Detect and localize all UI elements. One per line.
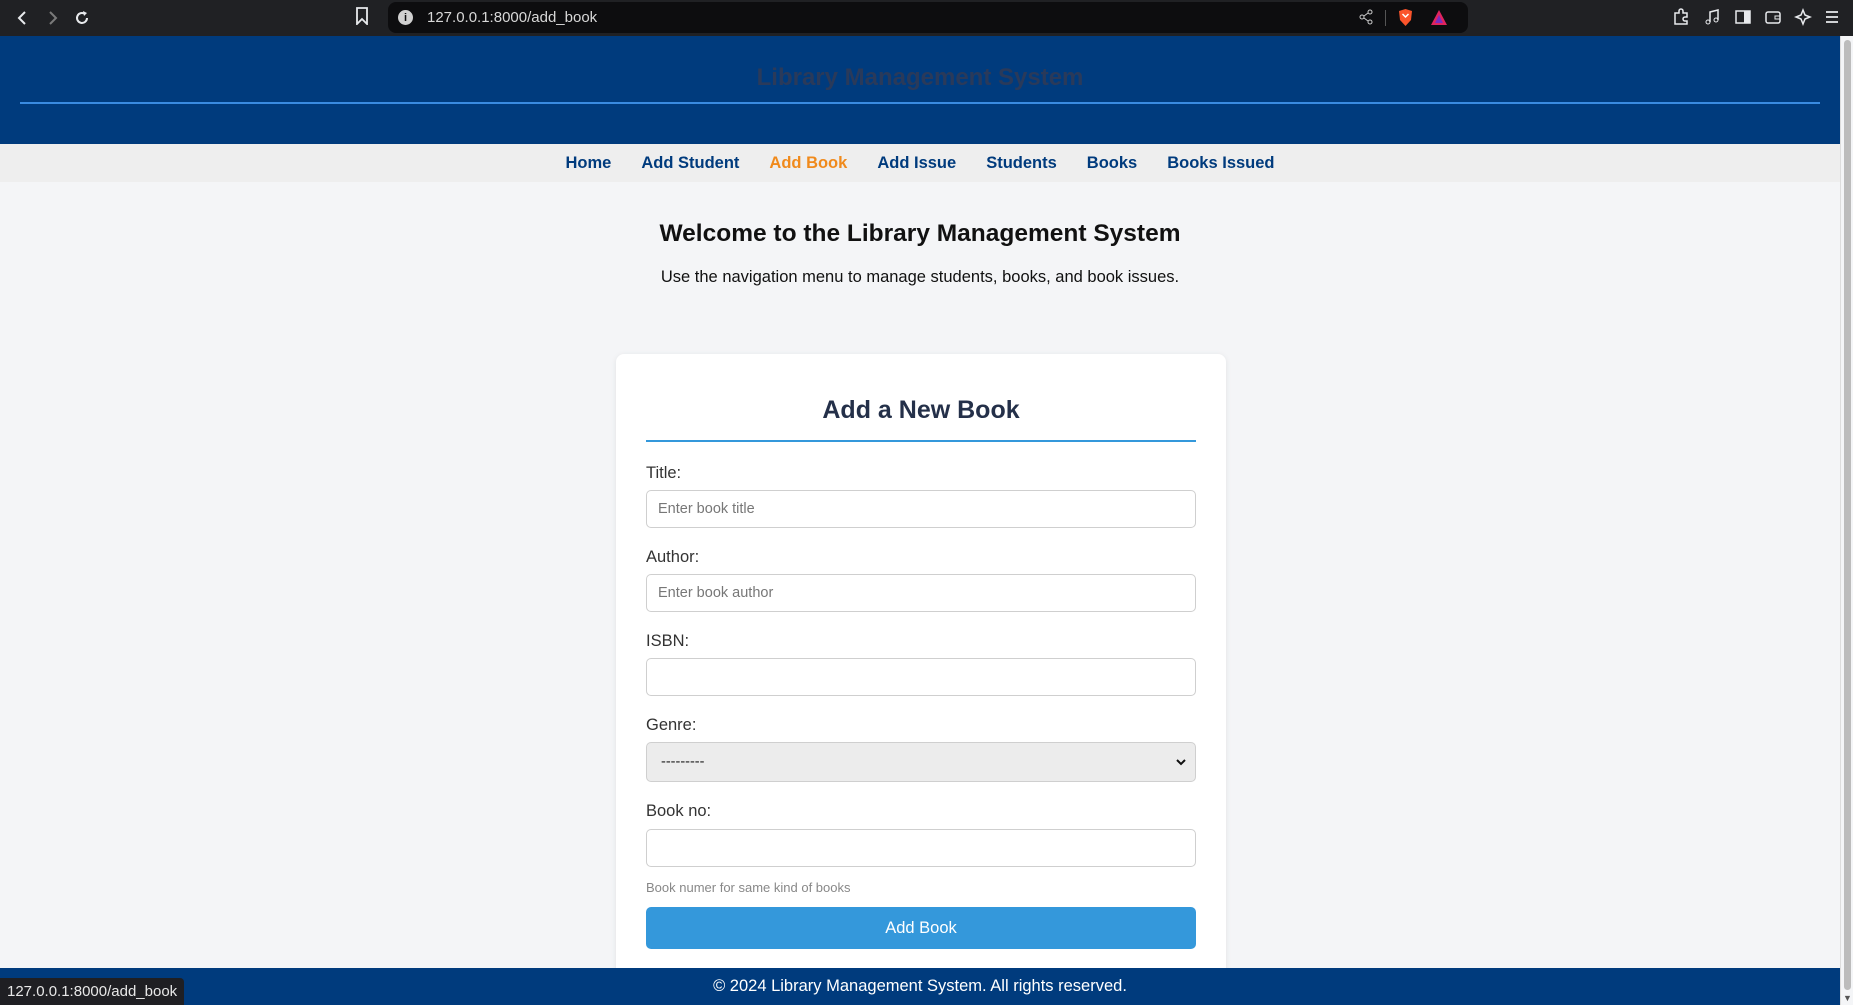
extensions-icon[interactable]: [1672, 8, 1692, 28]
url-text[interactable]: 127.0.0.1:8000/add_book: [427, 9, 597, 26]
page-scrollbar[interactable]: ▲ ▼: [1840, 36, 1853, 1005]
site-header: Library Management System: [0, 36, 1840, 144]
add-book-button[interactable]: Add Book: [646, 907, 1196, 949]
genre-selected-value: ---------: [661, 754, 705, 770]
main-nav: Home Add Student Add Book Add Issue Stud…: [0, 144, 1840, 182]
divider: [1385, 10, 1386, 26]
add-book-form: Add a New Book Title: Author: ISBN: Genr…: [616, 354, 1226, 994]
bookno-label: Book no:: [646, 802, 712, 820]
bookno-help-text: Book numer for same kind of books: [646, 880, 851, 895]
brave-rewards-icon[interactable]: [1430, 9, 1448, 26]
form-title: Add a New Book: [822, 396, 1020, 424]
wallet-icon[interactable]: [1764, 8, 1784, 28]
welcome-text: Use the navigation menu to manage studen…: [660, 268, 1180, 286]
form-title-divider: [646, 440, 1196, 442]
reload-icon[interactable]: [69, 5, 95, 31]
page-viewport: Library Management System Home Add Stude…: [0, 36, 1840, 1005]
forward-icon[interactable]: [39, 5, 65, 31]
site-title: Library Management System: [756, 64, 1084, 91]
chevron-down-icon: [1175, 756, 1187, 772]
brave-shield-icon[interactable]: [1397, 8, 1414, 27]
bookmark-icon[interactable]: [355, 7, 369, 30]
browser-toolbar: i 127.0.0.1:8000/add_book: [0, 0, 1853, 36]
genre-label: Genre:: [646, 716, 697, 734]
scrollbar-thumb[interactable]: [1844, 40, 1851, 990]
title-input[interactable]: [646, 490, 1196, 528]
nav-home[interactable]: Home: [565, 154, 611, 173]
header-divider: [20, 102, 1820, 104]
address-bar[interactable]: i 127.0.0.1:8000/add_book: [388, 2, 1468, 33]
sidebar-icon[interactable]: [1734, 8, 1754, 28]
back-icon[interactable]: [10, 5, 36, 31]
nav-add-student[interactable]: Add Student: [641, 154, 739, 173]
author-input[interactable]: [646, 574, 1196, 612]
title-label: Title:: [646, 464, 682, 482]
nav-students[interactable]: Students: [986, 154, 1057, 173]
nav-add-book[interactable]: Add Book: [769, 154, 847, 173]
scroll-down-icon[interactable]: ▼: [1843, 993, 1852, 1003]
media-icon[interactable]: [1703, 8, 1723, 28]
genre-select[interactable]: ---------: [646, 742, 1196, 782]
site-footer: © 2024 Library Management System. All ri…: [0, 968, 1840, 1005]
author-label: Author:: [646, 548, 700, 566]
bookno-input[interactable]: [646, 829, 1196, 867]
nav-add-issue[interactable]: Add Issue: [877, 154, 956, 173]
nav-books-issued[interactable]: Books Issued: [1167, 154, 1274, 173]
leo-ai-icon[interactable]: [1793, 7, 1814, 28]
isbn-label: ISBN:: [646, 632, 690, 650]
nav-books[interactable]: Books: [1087, 154, 1137, 173]
status-bar-url: 127.0.0.1:8000/add_book: [0, 978, 185, 1005]
share-icon[interactable]: [1358, 9, 1374, 30]
site-info-icon[interactable]: i: [398, 10, 413, 25]
welcome-heading: Welcome to the Library Management System: [659, 220, 1181, 247]
isbn-input[interactable]: [646, 658, 1196, 696]
menu-icon[interactable]: [1823, 8, 1843, 28]
